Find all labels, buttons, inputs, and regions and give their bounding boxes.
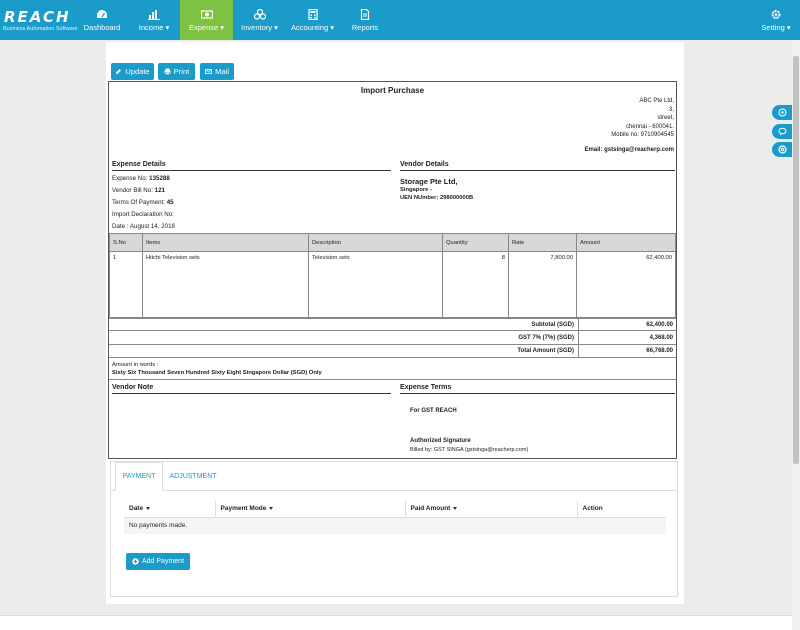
side-button-whatsapp[interactable] [772, 105, 792, 120]
main-panel: Update Print Mail Import Purchase ABC Pt… [106, 42, 684, 604]
vendor-name: Storage Pte Ltd, [400, 177, 458, 186]
import-declaration: Import Declaration No: [112, 211, 174, 218]
print-button[interactable]: Print [158, 63, 195, 80]
for-company: For GST REACH [410, 408, 457, 414]
terms-of-payment: Terms Of Payment: 45 [112, 199, 174, 206]
col-amount: Amount [576, 233, 676, 252]
gst-row: GST 7% (7%) (SGD) 4,368.00 [109, 332, 676, 345]
dashboard-icon [97, 9, 107, 18]
scrollbar-thumb[interactable] [793, 56, 799, 464]
tab-adjustment[interactable]: ADJUSTMENT [165, 462, 221, 491]
envelope-icon [205, 69, 213, 74]
vendor-bill-no: Vendor Bill No: 121 [112, 187, 165, 194]
side-button-chat[interactable] [772, 124, 792, 139]
payment-section: PAYMENT ADJUSTMENT Date Payment Mode Pai… [110, 461, 678, 597]
chat-icon [778, 127, 786, 136]
col-payment-mode[interactable]: Payment Mode [215, 501, 406, 518]
expense-no: Expense No: 135288 [112, 175, 170, 182]
col-rate: Rate [508, 233, 577, 252]
caret-down-icon [269, 507, 274, 511]
col-quantity: Quantity [442, 233, 509, 252]
nav-accounting[interactable]: Accounting ▾ [286, 0, 339, 40]
total-amount-row: Total Amount (SGD) 66,768.00 [109, 345, 676, 358]
nav-reports[interactable]: Reports [339, 0, 391, 40]
col-date[interactable]: Date [124, 501, 216, 518]
col-paid-amount[interactable]: Paid Amount [405, 501, 578, 518]
logo-tagline: Business Automation Software [3, 26, 78, 32]
invoice-title: Import Purchase [360, 86, 425, 95]
payment-tabs: PAYMENT ADJUSTMENT [111, 462, 677, 491]
vendor-uen: UEN NUmber: 298000000B [400, 195, 474, 201]
nav-expense[interactable]: Expense ▾ [180, 0, 233, 40]
pencil-icon [116, 69, 122, 74]
lifebuoy-icon [777, 145, 787, 154]
expense-terms-heading: Expense Terms [400, 384, 675, 394]
footer-bar [0, 615, 792, 630]
nav-setting[interactable]: Setting ▾ [752, 0, 800, 40]
side-button-help[interactable] [772, 142, 792, 157]
nav-inventory[interactable]: Inventory ▾ [233, 0, 286, 40]
billed-by: Billed by: GST SINGA (gstsinga@reacherp.… [410, 447, 529, 453]
col-items: Items [142, 233, 309, 252]
expense-details-heading: Expense Details [112, 161, 391, 171]
caret-down-icon [453, 507, 458, 511]
invoice-document: Import Purchase ABC Pte Ltd, 3, street, … [108, 81, 677, 459]
plus-circle-icon [132, 558, 139, 565]
logo-text: REACH [4, 8, 71, 26]
brand-logo[interactable]: REACH Business Automation Software [0, 0, 78, 40]
col-description: Description [308, 233, 443, 252]
company-email: Email: gstsinga@reacherp.com [584, 147, 674, 153]
expense-date: Date : August 14, 2018 [112, 223, 175, 230]
vendor-country: Singapore - [400, 187, 432, 193]
items-table: S.No Items Description Quantity Rate Amo… [109, 233, 676, 318]
page-scrollbar[interactable] [792, 40, 800, 630]
tab-payment[interactable]: PAYMENT [115, 462, 163, 491]
vendor-details-heading: Vendor Details [400, 161, 675, 171]
add-payment-button[interactable]: Add Payment [126, 553, 190, 570]
cubes-icon [253, 8, 266, 20]
file-icon [360, 8, 370, 20]
money-icon [200, 9, 213, 19]
subtotal-row: Subtotal (SGD) 62,400.00 [109, 318, 676, 332]
calculator-icon [307, 8, 318, 20]
whatsapp-icon [778, 108, 786, 117]
print-icon [164, 68, 171, 75]
vendor-note-heading: Vendor Note [112, 384, 391, 394]
col-action: Action [577, 501, 666, 518]
nav-income[interactable]: Income ▾ [128, 0, 180, 40]
bar-chart-icon [148, 9, 160, 20]
caret-down-icon [146, 507, 151, 511]
top-navbar: REACH Business Automation Software Dashb… [0, 0, 800, 40]
col-sno: S.No [109, 233, 143, 252]
table-row: No payments made. [124, 517, 666, 534]
gear-icon [771, 9, 781, 19]
no-payments-text: No payments made. [124, 517, 666, 534]
mail-button[interactable]: Mail [200, 63, 234, 80]
payments-table: Date Payment Mode Paid Amount Action No … [124, 501, 666, 534]
nav-dashboard[interactable]: Dashboard [76, 0, 128, 40]
amount-in-words: Amount in words : Sixty Six Thousand Sev… [112, 362, 322, 376]
table-row: 1 Hitchi Television sets Television sets… [109, 251, 676, 318]
company-address: ABC Pte Ltd, 3, street, chennai - 600041… [611, 98, 674, 139]
update-button[interactable]: Update [111, 63, 154, 80]
authorized-signature: Authorized Signature [410, 438, 471, 444]
